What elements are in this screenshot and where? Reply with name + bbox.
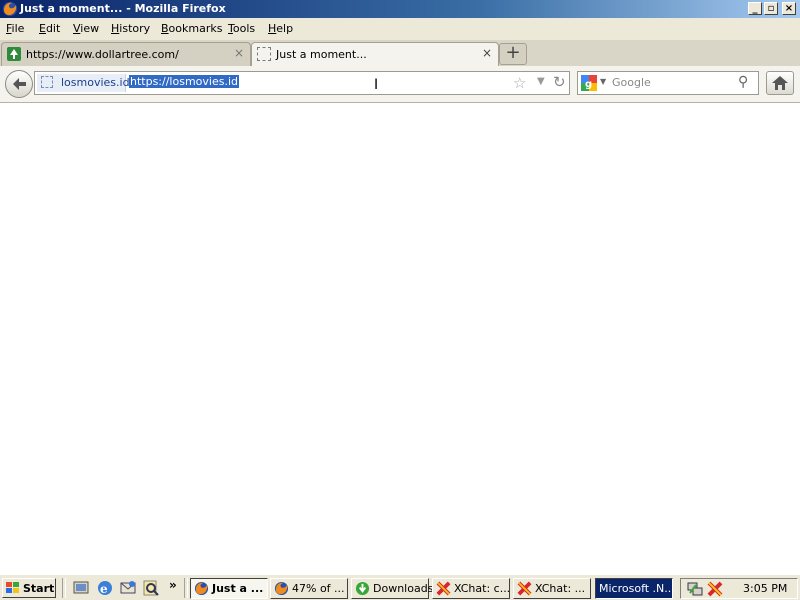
show-desktop-icon[interactable] [72,579,90,597]
site-placeholder-icon [41,76,53,88]
tab-label: Just a moment... [276,48,367,61]
google-icon: g [581,75,597,91]
search-files-icon[interactable] [142,579,160,597]
taskbar-button-label: XChat: c... [454,582,511,595]
taskbar-button-firefox-download[interactable]: 47% of ... [270,578,348,599]
svg-text:g: g [585,79,592,90]
url-bar[interactable]: losmovies.id https://losmovies.id ☆ ▼ ↻ [34,71,570,95]
back-arrow-icon [13,78,26,90]
taskbar-button-microsoft-net[interactable]: Microsoft .N... [595,578,675,599]
taskbar-button-label: 47% of ... [292,582,345,595]
firefox-icon [194,581,209,596]
taskbar-button-label: Microsoft .N... [599,582,675,595]
taskbar-separator [62,578,66,598]
taskbar-button-label: Just a ... [212,582,264,595]
tab-dollartree[interactable]: https://www.dollartree.com/ × [1,42,251,66]
text-cursor-icon: I [374,77,379,93]
xchat-tray-icon[interactable] [707,581,723,597]
page-content[interactable] [0,103,800,574]
restore-button[interactable]: ▫ [764,2,778,15]
taskbar-separator [184,578,188,598]
windows-flag-icon [6,582,19,593]
menu-tools[interactable]: Tools [228,22,255,35]
start-button[interactable]: Start [2,578,56,598]
menu-help[interactable]: Help [268,22,293,35]
page-placeholder-icon [257,47,271,61]
close-window-button[interactable]: × [782,2,796,15]
tab-strip: https://www.dollartree.com/ × Just a mom… [0,40,800,68]
history-dropdown-icon[interactable]: ▼ [537,76,545,87]
taskbar: Start e » Just a ... 47% of ... Download… [0,574,800,600]
back-button[interactable] [5,70,33,98]
search-magnifier-icon[interactable]: ⚲ [738,74,748,90]
reload-icon[interactable]: ↻ [553,73,566,91]
taskbar-button-firefox-active[interactable]: Just a ... [190,578,268,599]
xchat-icon [517,581,532,596]
menu-view[interactable]: View [73,22,99,35]
dollartree-favicon [7,47,21,61]
new-tab-button[interactable]: + [499,43,527,65]
downloads-globe-icon [355,581,370,596]
tab-close-icon[interactable]: × [482,46,492,60]
outlook-express-icon[interactable] [119,579,137,597]
menu-edit[interactable]: Edit [39,22,60,35]
firefox-icon [3,2,17,16]
firefox-icon [274,581,289,596]
window-title: Just a moment... - Mozilla Firefox [20,2,226,15]
taskbar-button-xchat-2[interactable]: XChat: ... [513,578,591,599]
home-button[interactable] [766,71,794,95]
system-tray: 3:05 PM [680,578,798,599]
search-bar[interactable]: g ▼ Google ⚲ [577,71,759,95]
menu-history[interactable]: History [111,22,150,35]
tab-just-a-moment[interactable]: Just a moment... × [251,42,499,68]
internet-explorer-icon[interactable]: e [96,579,114,597]
clock: 3:05 PM [743,582,788,595]
quicklaunch-overflow-icon[interactable]: » [169,578,177,592]
menu-file[interactable]: File [6,22,24,35]
navigation-bar: losmovies.id https://losmovies.id ☆ ▼ ↻ … [0,66,800,103]
minimize-button[interactable]: _ [748,2,762,15]
bookmark-star-icon[interactable]: ☆ [513,74,526,92]
site-identity-button[interactable]: losmovies.id [37,74,130,92]
menu-bookmarks[interactable]: Bookmarks [161,22,222,35]
search-engine-dropdown-icon[interactable]: ▼ [600,77,606,86]
svg-text:e: e [100,582,108,596]
network-icon[interactable] [687,581,703,597]
tab-close-icon[interactable]: × [234,46,244,60]
title-bar: Just a moment... - Mozilla Firefox _ ▫ × [0,0,800,18]
site-host: losmovies.id [61,76,130,89]
taskbar-button-downloads[interactable]: Downloads [351,578,433,599]
taskbar-button-label: XChat: ... [535,582,586,595]
tab-label: https://www.dollartree.com/ [26,48,179,61]
menu-bar: File Edit View History Bookmarks Tools H… [0,19,800,39]
home-icon [772,76,788,90]
xchat-icon [436,581,451,596]
taskbar-button-label: Downloads [373,582,434,595]
url-input[interactable]: https://losmovies.id [129,75,239,88]
search-input[interactable]: Google [612,76,651,89]
taskbar-button-xchat-1[interactable]: XChat: c... [432,578,510,599]
start-label: Start [23,582,55,595]
